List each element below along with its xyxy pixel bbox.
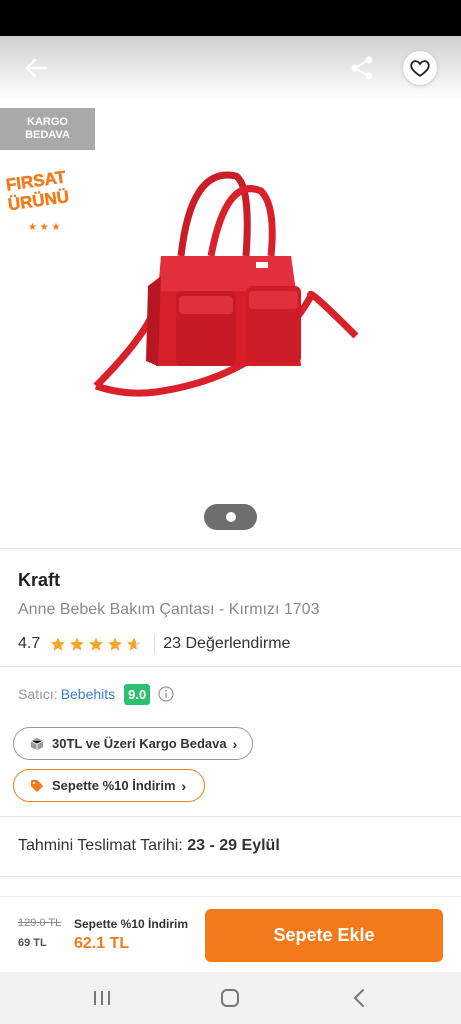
review-count[interactable]: 23 Değerlendirme <box>163 635 290 653</box>
rating-row[interactable]: 4.7 23 Değerlendirme <box>18 634 290 654</box>
product-name: Anne Bebek Bakım Çantası - Kırmızı 1703 <box>18 601 320 618</box>
hero-toolbar <box>0 36 461 100</box>
delivery-estimate: Tahmini Teslimat Tarihi: 23 - 29 Eylül <box>18 837 280 855</box>
rating-stars <box>50 636 142 652</box>
final-price: 62.1 TL <box>74 935 130 952</box>
discount-promo-pill[interactable]: Sepette %10 İndirim › <box>13 769 205 802</box>
arrow-left-icon <box>25 58 48 78</box>
delivery-dates: 23 - 29 Eylül <box>187 837 280 854</box>
free-shipping-badge-line1: KARGO <box>27 116 68 128</box>
checkout-bar: 129.0 TL 69 TL Sepette %10 İndirim 62.1 … <box>0 896 461 972</box>
seller-row: Satıcı: Bebehits 9.0 <box>18 683 174 705</box>
chevron-right-icon: › <box>181 777 187 794</box>
star-icon <box>51 637 66 651</box>
free-shipping-promo-pill[interactable]: 30TL ve Üzeri Kargo Bedava › <box>13 727 253 760</box>
share-button[interactable] <box>346 52 378 84</box>
box-icon <box>30 737 44 750</box>
share-icon <box>351 56 373 80</box>
product-image-gallery[interactable]: KARGO BEDAVA FIRSAT ÜRÜNÜ ★ ★ ★ <box>0 36 461 548</box>
back-button[interactable] <box>20 52 52 84</box>
opportunity-badge-stars: ★ ★ ★ <box>28 222 60 233</box>
favorite-button[interactable] <box>403 51 437 85</box>
system-nav-bar <box>0 972 461 1024</box>
rating-separator <box>154 634 156 654</box>
seller-label: Satıcı: <box>18 686 58 702</box>
divider <box>0 548 461 549</box>
rating-value: 4.7 <box>18 635 41 652</box>
divider <box>0 666 461 667</box>
add-to-cart-button[interactable]: Sepete Ekle <box>205 909 443 962</box>
free-shipping-badge: KARGO BEDAVA <box>0 108 95 150</box>
chevron-right-icon: › <box>232 735 238 752</box>
seller-name-link[interactable]: Bebehits <box>61 686 115 702</box>
opportunity-product-badge: FIRSAT ÜRÜNÜ ★ ★ ★ <box>2 162 80 233</box>
star-icon <box>70 637 85 651</box>
recent-apps-icon[interactable] <box>90 986 114 1010</box>
divider <box>0 876 461 877</box>
free-shipping-badge-line2: BEDAVA <box>25 129 70 141</box>
star-icon <box>108 637 123 651</box>
heart-icon <box>410 60 430 77</box>
nav-back-icon[interactable] <box>348 986 372 1010</box>
divider <box>0 816 461 817</box>
image-pager[interactable] <box>204 504 257 530</box>
info-icon[interactable] <box>158 686 174 702</box>
delivery-label: Tahmini Teslimat Tarihi: <box>18 837 183 854</box>
cart-discount-label: Sepette %10 İndirim <box>74 917 189 931</box>
star-icon <box>89 637 104 651</box>
current-price: 69 TL <box>18 937 47 949</box>
product-brand[interactable]: Kraft <box>18 570 60 591</box>
tag-icon <box>30 779 44 792</box>
pager-dot-active <box>225 512 236 522</box>
star-half-icon <box>127 637 142 651</box>
home-icon[interactable] <box>218 986 242 1010</box>
old-price: 129.0 TL <box>18 917 62 929</box>
status-bar <box>0 0 461 36</box>
discount-promo-label: Sepette %10 İndirim <box>52 778 176 793</box>
seller-score-badge: 9.0 <box>124 683 151 705</box>
free-shipping-promo-label: 30TL ve Üzeri Kargo Bedava <box>52 736 227 751</box>
product-image <box>93 171 359 397</box>
